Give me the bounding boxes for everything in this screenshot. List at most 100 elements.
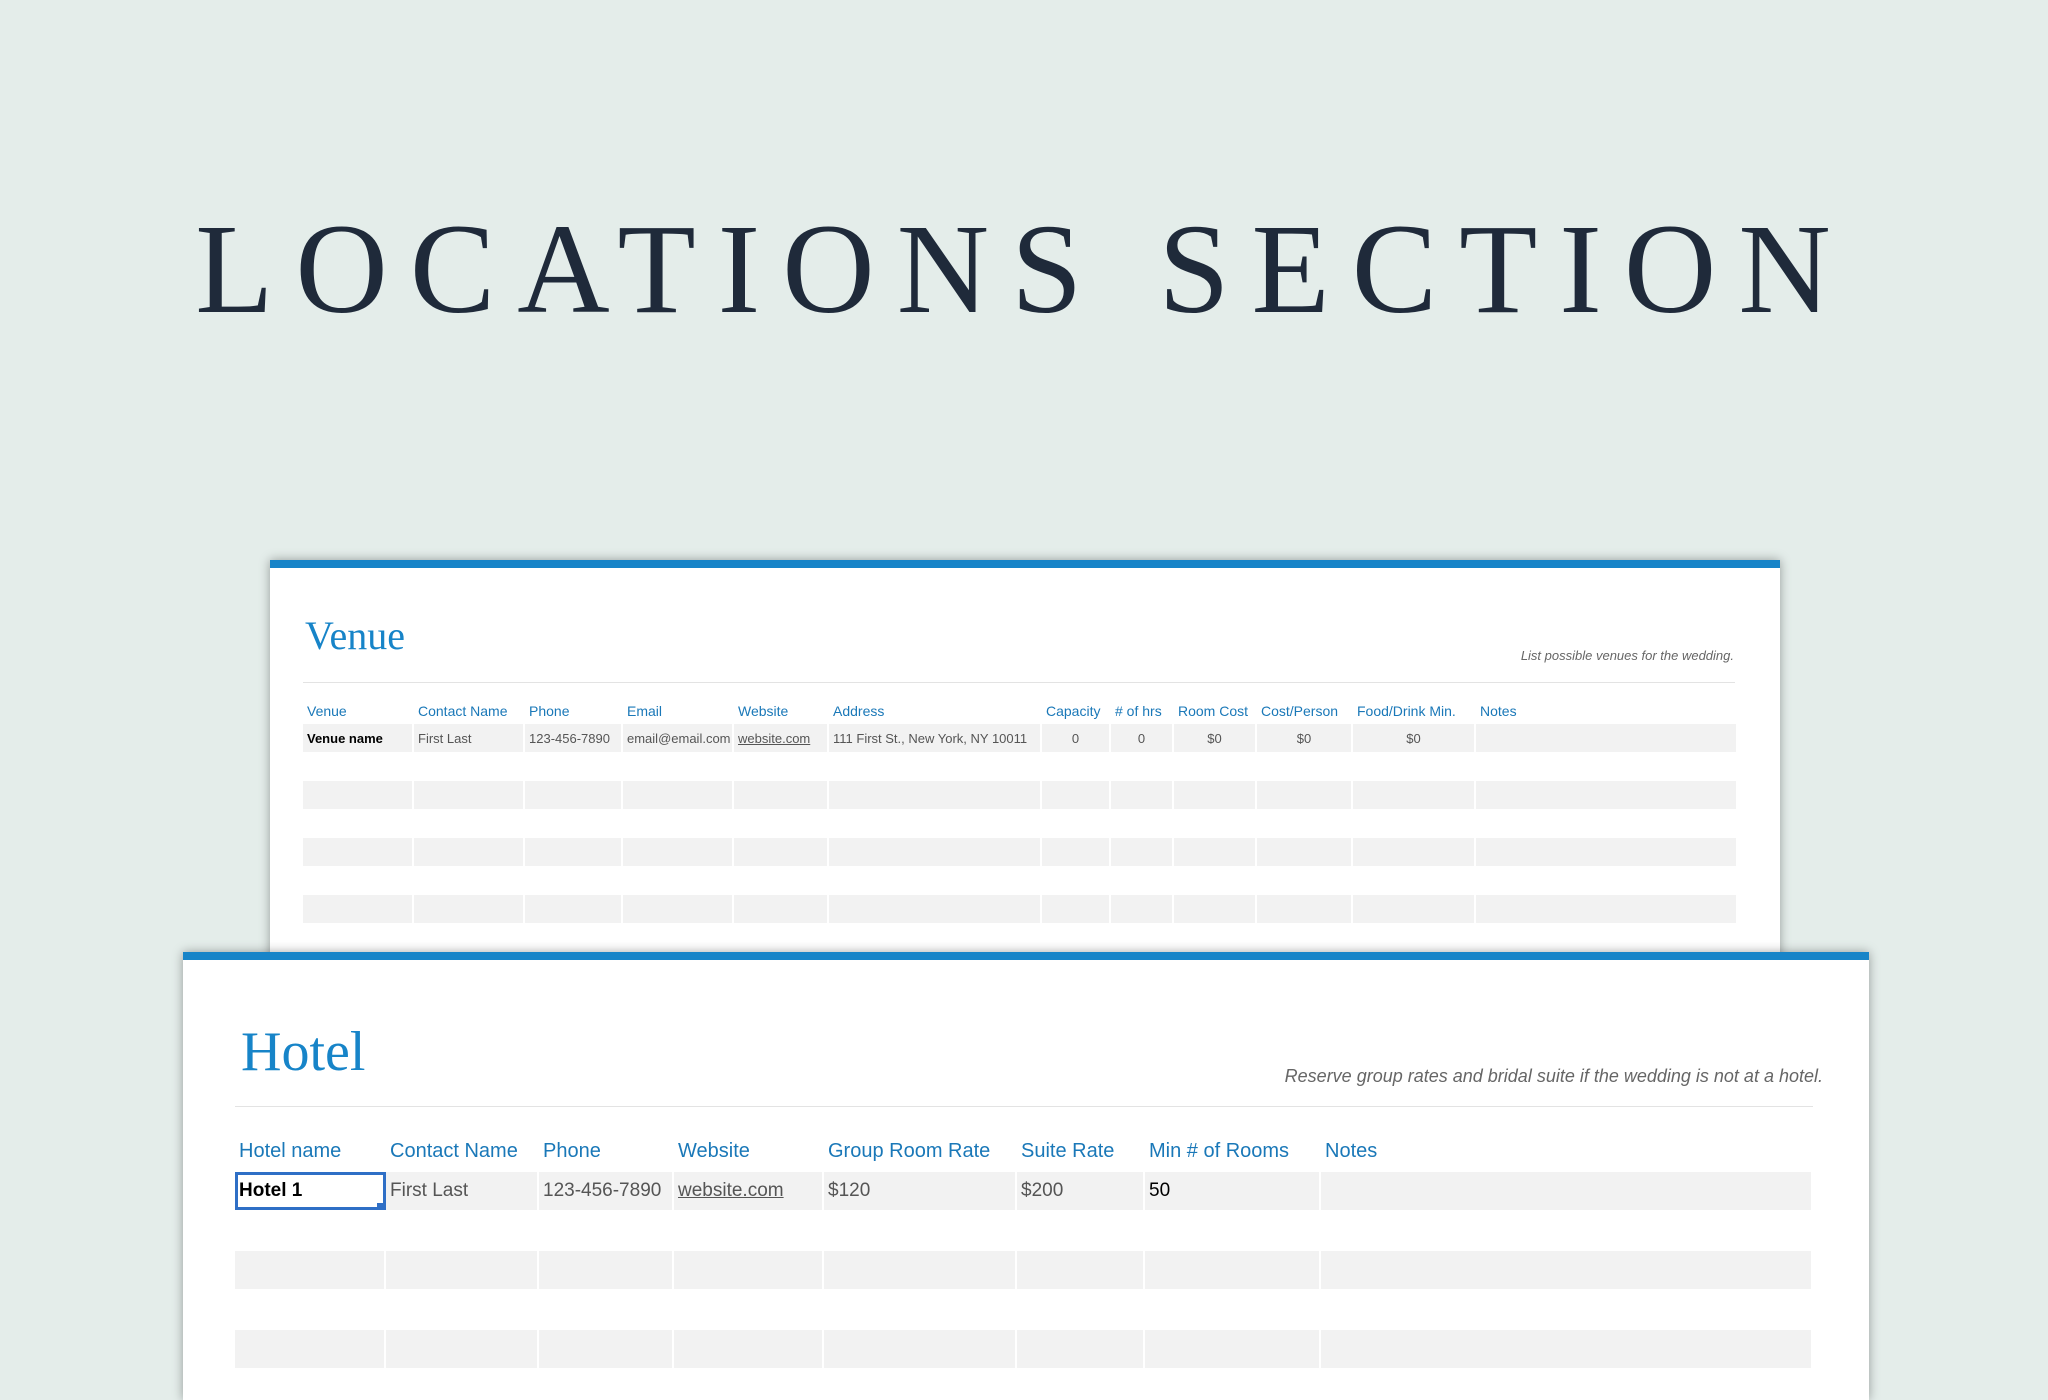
hotel-cell[interactable]	[235, 1251, 386, 1289]
venue-cell[interactable]	[623, 838, 734, 866]
venue-cell[interactable]	[1476, 781, 1738, 809]
venue-cell[interactable]	[1174, 895, 1257, 923]
venue-cell[interactable]	[829, 838, 1042, 866]
venue-table-row	[303, 895, 1738, 923]
venue-cell[interactable]: $0	[1174, 724, 1257, 752]
venue-column-header[interactable]: Food/Drink Min.	[1353, 698, 1476, 724]
hotel-cell[interactable]	[1321, 1251, 1813, 1289]
venue-cell[interactable]	[623, 781, 734, 809]
venue-cell[interactable]	[1476, 838, 1738, 866]
venue-cell[interactable]	[1353, 895, 1476, 923]
venue-cell[interactable]: $0	[1353, 724, 1476, 752]
venue-column-header[interactable]: Room Cost	[1174, 698, 1257, 724]
venue-cell[interactable]	[1257, 838, 1353, 866]
venue-cell[interactable]: First Last	[414, 724, 525, 752]
venue-cell[interactable]	[1257, 781, 1353, 809]
venue-column-header[interactable]: # of hrs	[1111, 698, 1174, 724]
venue-cell[interactable]	[1353, 781, 1476, 809]
hotel-table-row: Hotel 1 First Last 123-456-7890 website.com…	[235, 1172, 1813, 1210]
venue-cell[interactable]	[1111, 838, 1174, 866]
hotel-cell[interactable]: website.com	[674, 1172, 824, 1210]
hotel-cell[interactable]	[674, 1251, 824, 1289]
venue-cell[interactable]	[1476, 724, 1738, 752]
hotel-cell[interactable]	[1017, 1251, 1145, 1289]
venue-column-header[interactable]: Email	[623, 698, 734, 724]
venue-cell[interactable]: $0	[1257, 724, 1353, 752]
hotel-cell[interactable]	[539, 1330, 674, 1368]
hotel-cell[interactable]: 50	[1145, 1172, 1321, 1210]
venue-column-header[interactable]: Address	[829, 698, 1042, 724]
hotel-cell[interactable]	[386, 1251, 539, 1289]
hotel-cell[interactable]	[1321, 1330, 1813, 1368]
venue-cell[interactable]	[414, 838, 525, 866]
venue-cell[interactable]	[1111, 781, 1174, 809]
venue-cell[interactable]	[1174, 781, 1257, 809]
hotel-column-header[interactable]: Website	[674, 1130, 824, 1172]
hotel-cell[interactable]	[386, 1330, 539, 1368]
venue-column-header[interactable]: Venue	[303, 698, 414, 724]
venue-cell[interactable]	[734, 895, 829, 923]
hotel-table-row	[235, 1330, 1813, 1368]
hotel-cell[interactable]: First Last	[386, 1172, 539, 1210]
venue-cell[interactable]	[1353, 838, 1476, 866]
hotel-cell[interactable]	[824, 1251, 1017, 1289]
venue-cell[interactable]	[1174, 838, 1257, 866]
venue-cell[interactable]	[1257, 895, 1353, 923]
venue-cell[interactable]	[525, 895, 623, 923]
venue-column-header[interactable]: Notes	[1476, 698, 1738, 724]
venue-cell[interactable]	[1042, 895, 1111, 923]
venue-cell[interactable]	[303, 781, 414, 809]
venue-cell[interactable]	[829, 895, 1042, 923]
page-title: LOCATIONS SECTION	[195, 198, 1853, 340]
hotel-cell[interactable]	[1321, 1172, 1813, 1210]
venue-cell[interactable]: 0	[1042, 724, 1111, 752]
venue-column-header[interactable]: Website	[734, 698, 829, 724]
hotel-column-header[interactable]: Min # of Rooms	[1145, 1130, 1321, 1172]
hotel-selected-cell[interactable]: Hotel 1	[235, 1172, 386, 1210]
hotel-column-header[interactable]: Notes	[1321, 1130, 1813, 1172]
venue-column-header[interactable]: Capacity	[1042, 698, 1111, 724]
hotel-cell[interactable]	[539, 1251, 674, 1289]
venue-cell[interactable]	[829, 781, 1042, 809]
hotel-cell[interactable]	[1145, 1251, 1321, 1289]
venue-cell[interactable]	[1476, 895, 1738, 923]
hotel-cell[interactable]	[1145, 1330, 1321, 1368]
venue-cell[interactable]	[414, 895, 525, 923]
venue-cell[interactable]	[525, 781, 623, 809]
venue-note: List possible venues for the wedding.	[1520, 648, 1734, 663]
hotel-cell[interactable]	[1017, 1330, 1145, 1368]
venue-cell[interactable]	[623, 895, 734, 923]
hotel-note: Reserve group rates and bridal suite if …	[1284, 1066, 1823, 1086]
venue-cell[interactable]: 111 First St., New York, NY 10011	[829, 724, 1042, 752]
hotel-column-header[interactable]: Suite Rate	[1017, 1130, 1145, 1172]
venue-column-header[interactable]: Contact Name	[414, 698, 525, 724]
venue-cell[interactable]	[525, 838, 623, 866]
venue-column-header[interactable]: Cost/Person	[1257, 698, 1353, 724]
hotel-cell[interactable]: $120	[824, 1172, 1017, 1210]
venue-cell[interactable]: email@email.com	[623, 724, 734, 752]
venue-cell[interactable]	[734, 781, 829, 809]
venue-cell[interactable]: website.com	[734, 724, 829, 752]
hotel-sheet: Hotel Reserve group rates and bridal sui…	[183, 952, 1869, 1400]
venue-cell[interactable]	[734, 838, 829, 866]
venue-cell[interactable]	[1042, 781, 1111, 809]
venue-cell[interactable]	[1042, 838, 1111, 866]
hotel-cell[interactable]	[674, 1330, 824, 1368]
venue-cell[interactable]	[414, 781, 525, 809]
venue-cell[interactable]: 0	[1111, 724, 1174, 752]
venue-column-header[interactable]: Phone	[525, 698, 623, 724]
hotel-column-header[interactable]: Contact Name	[386, 1130, 539, 1172]
hotel-cell[interactable]	[824, 1330, 1017, 1368]
venue-cell[interactable]: Venue name	[303, 724, 414, 752]
hotel-column-header[interactable]: Group Room Rate	[824, 1130, 1017, 1172]
venue-cell[interactable]	[1111, 895, 1174, 923]
hotel-column-header[interactable]: Phone	[539, 1130, 674, 1172]
hotel-cell[interactable]: 123-456-7890	[539, 1172, 674, 1210]
venue-cell[interactable]: 123-456-7890	[525, 724, 623, 752]
hotel-cell[interactable]	[235, 1330, 386, 1368]
hotel-cell[interactable]: $200	[1017, 1172, 1145, 1210]
fill-handle[interactable]	[377, 1203, 384, 1210]
venue-cell[interactable]	[303, 895, 414, 923]
hotel-column-header[interactable]: Hotel name	[235, 1130, 386, 1172]
venue-cell[interactable]	[303, 838, 414, 866]
